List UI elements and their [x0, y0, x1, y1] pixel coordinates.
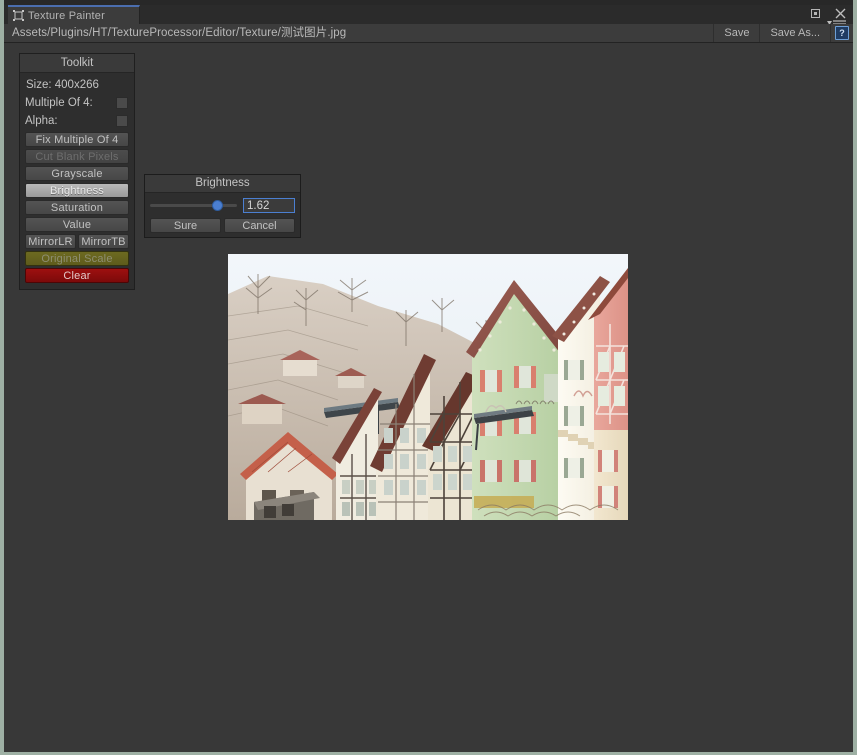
slider-handle[interactable]	[211, 200, 223, 211]
dialog-button-row: Sure Cancel	[150, 218, 295, 233]
toolkit-panel: Toolkit Size: 400x266 Multiple Of 4: Alp…	[19, 53, 135, 290]
window-left-edge	[0, 0, 4, 755]
fix-multiple-of-4-button[interactable]: Fix Multiple Of 4	[25, 132, 129, 147]
cut-blank-pixels-button[interactable]: Cut Blank Pixels	[25, 149, 129, 164]
brightness-value-input[interactable]	[243, 198, 295, 213]
close-icon[interactable]	[835, 8, 846, 19]
brightness-button[interactable]: Brightness	[25, 183, 129, 198]
cancel-button[interactable]: Cancel	[224, 218, 295, 233]
alpha-label: Alpha:	[25, 115, 58, 127]
value-button[interactable]: Value	[25, 217, 129, 232]
texture-preview[interactable]	[228, 254, 628, 520]
window-right-edge	[853, 0, 857, 755]
tab-label: Texture Painter	[28, 9, 105, 22]
mirror-lr-button[interactable]: MirrorLR	[25, 234, 76, 249]
clear-button[interactable]: Clear	[25, 268, 129, 283]
texture-painter-window: Texture Painter Assets/Plugins/HT/Textur…	[0, 0, 857, 755]
save-as-button[interactable]: Save As...	[759, 24, 830, 42]
mirror-tb-button[interactable]: MirrorTB	[78, 234, 129, 249]
brightness-dialog: Brightness Sure Cancel	[144, 174, 301, 238]
saturation-button[interactable]: Saturation	[25, 200, 129, 215]
alpha-checkbox[interactable]	[116, 115, 128, 127]
mirror-button-group: MirrorLR MirrorTB	[25, 234, 129, 249]
brightness-slider-row	[150, 197, 295, 214]
tab-bar: Texture Painter	[4, 5, 853, 28]
help-button[interactable]: ?	[830, 24, 853, 42]
texture-preview-image	[228, 254, 628, 520]
help-book-icon: ?	[835, 26, 849, 40]
original-scale-button[interactable]: Original Scale	[25, 251, 129, 266]
alpha-row: Alpha:	[25, 112, 129, 130]
minimize-icon[interactable]	[811, 9, 820, 18]
multiple-of-4-row: Multiple Of 4:	[25, 94, 129, 112]
texture-size-label: Size: 400x266	[26, 79, 99, 91]
texture-painter-icon	[13, 10, 24, 21]
grayscale-button[interactable]: Grayscale	[25, 166, 129, 181]
brightness-dialog-title: Brightness	[145, 175, 300, 193]
toolbar: Assets/Plugins/HT/TextureProcessor/Edito…	[4, 24, 853, 43]
multiple-of-4-label: Multiple Of 4:	[25, 97, 93, 109]
toolkit-title: Toolkit	[20, 54, 134, 73]
multiple-of-4-checkbox[interactable]	[116, 97, 128, 109]
brightness-slider[interactable]	[150, 198, 237, 213]
sure-button[interactable]: Sure	[150, 218, 221, 233]
texture-path-field[interactable]: Assets/Plugins/HT/TextureProcessor/Edito…	[4, 24, 713, 42]
save-button[interactable]: Save	[713, 24, 760, 42]
tab-texture-painter[interactable]: Texture Painter	[8, 5, 140, 24]
slider-track	[150, 204, 237, 207]
